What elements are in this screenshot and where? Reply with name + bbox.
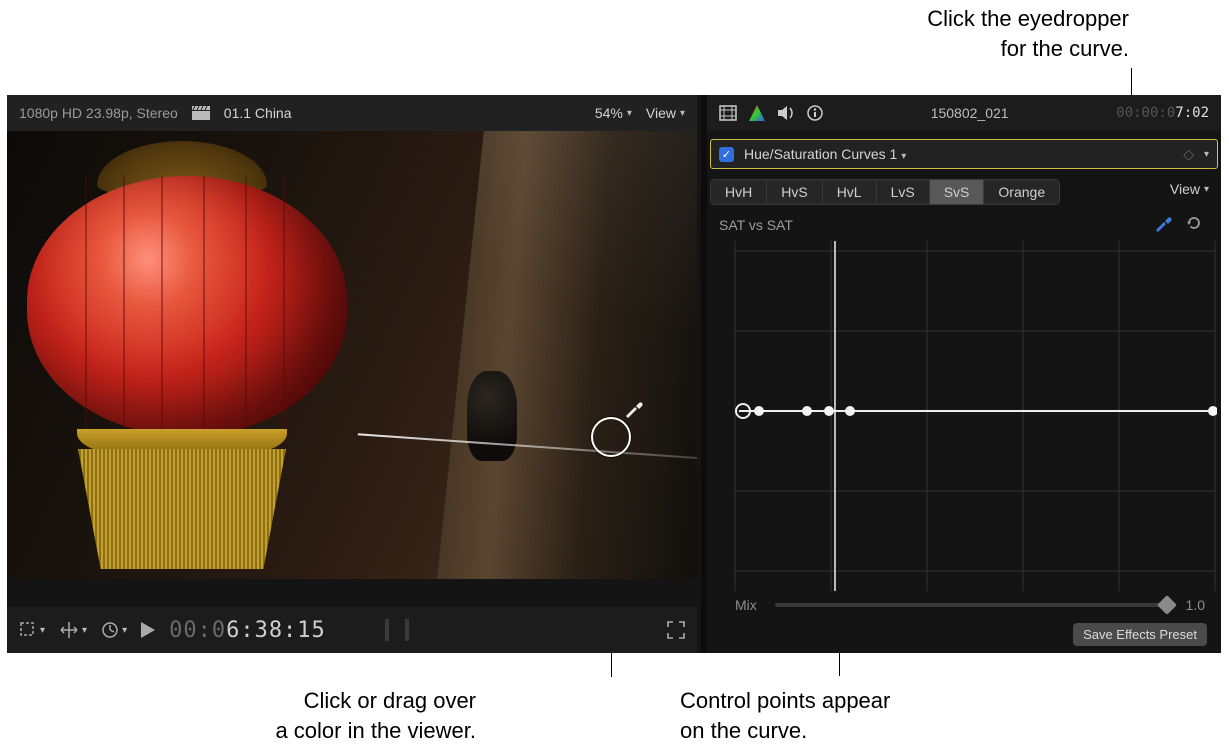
video-inspector-tab[interactable]	[719, 105, 737, 121]
callout-points: Control points appear on the curve.	[680, 686, 1000, 745]
inspector-view-menu[interactable]: View▾	[1170, 181, 1209, 197]
control-point[interactable]	[824, 406, 834, 416]
chevron-down-icon: ▾	[82, 625, 87, 636]
pane-divider[interactable]	[701, 95, 707, 653]
inspector-timecode: 00:00:07:02	[1116, 105, 1209, 121]
curve-graph[interactable]	[715, 241, 1217, 591]
fullscreen-button[interactable]	[667, 621, 685, 639]
eyedropper-button[interactable]	[1153, 213, 1173, 236]
effect-name[interactable]: Hue/Saturation Curves 1 ▾	[744, 146, 906, 162]
keyframe-icon[interactable]: ◇	[1183, 146, 1194, 163]
control-point[interactable]	[754, 406, 764, 416]
building-eave	[437, 131, 697, 579]
tab-lvs[interactable]: LvS	[877, 180, 930, 204]
effect-header[interactable]: ✓ Hue/Saturation Curves 1 ▾ ◇ ▾	[710, 139, 1218, 169]
chevron-down-icon: ▾	[40, 625, 45, 636]
viewer-bottom-bar: ▾ ▾ ▾ 00:06:38:15	[7, 607, 697, 653]
effect-enable-checkbox[interactable]: ✓	[719, 147, 734, 162]
timecode-display[interactable]: 00:06:38:15	[169, 618, 326, 643]
curve-tools	[1153, 213, 1203, 236]
control-point[interactable]	[845, 406, 855, 416]
inspector-top-bar: 150802_021 00:00:07:02	[707, 95, 1221, 131]
retime-menu[interactable]: ▾	[101, 621, 127, 639]
curve-tabs: HvH HvS HvL LvS SvS Orange	[710, 179, 1060, 205]
mix-label: Mix	[735, 597, 757, 613]
viewer-top-bar: 1080p HD 23.98p, Stereo 01.1 China 54%▾ …	[7, 95, 697, 131]
viewer-canvas[interactable]	[7, 131, 697, 579]
mix-row: Mix 1.0	[735, 597, 1205, 613]
reset-button[interactable]	[1185, 214, 1203, 235]
crop-menu[interactable]: ▾	[19, 621, 45, 639]
tab-orange[interactable]: Orange	[984, 180, 1059, 204]
audio-meter-left	[385, 619, 389, 641]
zoom-menu[interactable]: 54%▾	[595, 105, 632, 121]
chevron-down-icon: ▾	[627, 108, 632, 119]
sample-ring[interactable]	[591, 417, 631, 457]
chevron-down-icon: ▾	[122, 625, 127, 636]
chevron-down-icon: ▾	[1204, 184, 1209, 195]
format-label: 1080p HD 23.98p, Stereo	[19, 105, 178, 121]
info-inspector-tab[interactable]	[807, 105, 823, 121]
mix-slider[interactable]	[775, 603, 1168, 607]
curve-title: SAT vs SAT	[719, 217, 793, 233]
red-lantern	[27, 176, 347, 436]
audio-inspector-tab[interactable]	[777, 105, 795, 121]
tab-svs[interactable]: SvS	[930, 180, 985, 204]
eyedropper-cursor-icon	[623, 399, 643, 419]
callout-viewer: Click or drag over a color in the viewer…	[206, 686, 476, 745]
tassels	[69, 449, 295, 569]
transform-menu[interactable]: ▾	[59, 621, 87, 639]
effect-menu-chevron[interactable]: ▾	[1204, 149, 1209, 160]
tab-hvs[interactable]: HvS	[767, 180, 822, 204]
video-frame	[7, 131, 697, 579]
color-inspector-tab[interactable]	[749, 105, 765, 121]
play-button[interactable]	[141, 622, 155, 638]
save-effects-preset-button[interactable]: Save Effects Preset	[1073, 623, 1207, 646]
chevron-down-icon: ▾	[901, 151, 906, 162]
control-point-endpoint-right[interactable]	[1208, 406, 1217, 416]
mix-value[interactable]: 1.0	[1186, 597, 1205, 613]
audio-meter-right	[405, 619, 409, 641]
mix-slider-thumb[interactable]	[1157, 595, 1177, 615]
clip-title: 01.1 China	[224, 105, 292, 121]
app-window: 1080p HD 23.98p, Stereo 01.1 China 54%▾ …	[7, 95, 1221, 653]
tab-hvh[interactable]: HvH	[711, 180, 767, 204]
chevron-down-icon: ▾	[680, 108, 685, 119]
callout-eyedropper: Click the eyedropper for the curve.	[927, 4, 1129, 63]
clapper-icon	[192, 106, 210, 120]
tab-hvl[interactable]: HvL	[823, 180, 877, 204]
viewer-view-menu[interactable]: View▾	[646, 105, 685, 121]
inspector-clip-name: 150802_021	[835, 105, 1104, 121]
control-point[interactable]	[802, 406, 812, 416]
